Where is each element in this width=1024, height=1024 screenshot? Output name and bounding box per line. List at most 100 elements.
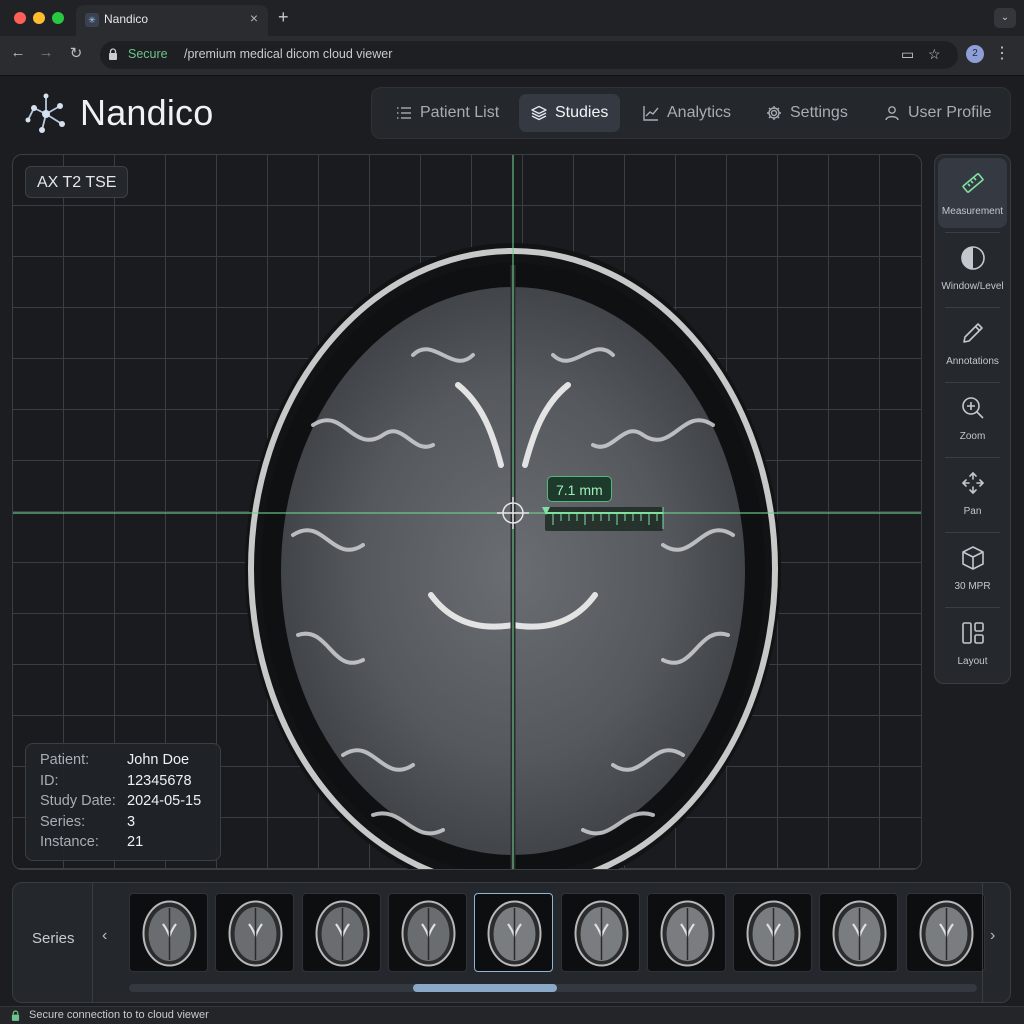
cast-icon[interactable]: ▭ bbox=[901, 46, 914, 63]
mri-thumbnail-image bbox=[660, 900, 715, 967]
tool-panel: Measurement Window/Level Annotations Zoo… bbox=[934, 154, 1011, 684]
info-row-instance: Instance: 21 bbox=[40, 834, 206, 855]
tool-label: Window/Level bbox=[941, 281, 1004, 292]
series-filmstrip: Series ‹ › bbox=[12, 882, 1011, 1003]
tool-annotations[interactable]: Annotations bbox=[938, 308, 1007, 378]
tool-label: Pan bbox=[963, 506, 982, 517]
ruler-icon bbox=[962, 173, 984, 193]
tool-zoom[interactable]: Zoom bbox=[938, 383, 1007, 453]
mri-thumbnail-image bbox=[228, 900, 283, 967]
back-arrow-icon[interactable]: ← bbox=[8, 44, 28, 61]
new-tab-icon[interactable]: + bbox=[278, 7, 289, 28]
favicon-icon: ✳ bbox=[85, 13, 99, 27]
tool-label: Zoom bbox=[959, 431, 986, 442]
strip-divider bbox=[92, 883, 93, 1002]
series-thumbnail[interactable] bbox=[301, 893, 381, 972]
list-icon bbox=[397, 107, 411, 119]
maximize-window-button[interactable] bbox=[52, 12, 64, 24]
bookmark-star-icon[interactable]: ☆ bbox=[928, 46, 941, 63]
network-logo-icon bbox=[25, 93, 65, 133]
measurement-ruler[interactable] bbox=[542, 507, 664, 531]
mri-thumbnail-image bbox=[919, 900, 974, 967]
nav-patient-list[interactable]: Patient List bbox=[384, 94, 511, 132]
layers-icon bbox=[531, 105, 547, 121]
scrollbar-thumb[interactable] bbox=[413, 984, 557, 992]
series-thumbnail[interactable] bbox=[129, 893, 208, 972]
tool-label: Measurement bbox=[941, 206, 1004, 217]
close-tab-icon[interactable]: × bbox=[250, 10, 258, 26]
minimize-window-button[interactable] bbox=[33, 12, 45, 24]
nav-label: Patient List bbox=[420, 104, 500, 121]
mri-thumbnail-image bbox=[401, 900, 456, 967]
tool-3d-mpr[interactable]: 30 MPR bbox=[938, 533, 1007, 603]
info-value: John Doe bbox=[127, 752, 190, 768]
nav-user-profile[interactable]: User Profile bbox=[872, 94, 1004, 132]
browser-menu-icon[interactable]: ⋮ bbox=[994, 43, 1010, 63]
tool-layout[interactable]: Layout bbox=[938, 608, 1007, 678]
tool-label: Annotations bbox=[946, 356, 999, 367]
chart-line-icon bbox=[643, 106, 659, 121]
layout-icon bbox=[962, 622, 984, 644]
tab-bar: ✳ Nandico × + ⌄ bbox=[0, 0, 1024, 36]
tab-title: Nandico bbox=[104, 12, 149, 26]
series-thumbnail[interactable] bbox=[387, 893, 467, 972]
mri-thumbnail-image bbox=[746, 900, 801, 967]
mri-thumbnail-image bbox=[315, 900, 370, 967]
browser-tab[interactable]: ✳ Nandico × bbox=[76, 5, 268, 36]
status-bar: Secure connection to to cloud viewer bbox=[0, 1006, 1024, 1024]
gear-icon bbox=[767, 106, 781, 120]
reload-icon[interactable]: ↻ bbox=[66, 44, 86, 62]
tool-window-level[interactable]: Window/Level bbox=[938, 233, 1007, 303]
mri-thumbnail-image bbox=[574, 900, 628, 967]
lock-icon bbox=[109, 48, 117, 60]
browser-chrome: ✳ Nandico × + ⌄ ← → ↻ Secure /premium me… bbox=[0, 0, 1024, 76]
tool-label: Layout bbox=[957, 656, 988, 667]
info-key: Series: bbox=[40, 813, 86, 830]
chevron-left-icon[interactable]: ‹ bbox=[102, 927, 107, 945]
series-thumbnail[interactable] bbox=[474, 893, 554, 972]
measurement-label: 7.1 mm bbox=[547, 476, 612, 502]
url-path: /premium medical dicom cloud viewer bbox=[184, 47, 393, 61]
series-thumbnail[interactable] bbox=[560, 893, 640, 972]
mri-thumbnail-image bbox=[487, 900, 542, 967]
cube-icon bbox=[962, 546, 984, 570]
series-thumbnail[interactable] bbox=[215, 893, 295, 972]
nav-settings[interactable]: Settings bbox=[754, 94, 860, 132]
info-key: Patient: bbox=[40, 752, 90, 768]
tab-search-chevron-icon[interactable]: ⌄ bbox=[994, 8, 1016, 28]
app: Nandico Patient List Studies Analytics S… bbox=[0, 76, 1024, 1006]
series-thumbnail[interactable] bbox=[819, 893, 899, 972]
chevron-right-icon[interactable]: › bbox=[990, 927, 995, 945]
mri-thumbnail-image bbox=[832, 900, 887, 967]
nav-label: Studies bbox=[555, 104, 609, 121]
nav-studies[interactable]: Studies bbox=[519, 94, 621, 132]
forward-arrow-icon[interactable]: → bbox=[36, 44, 56, 61]
close-window-button[interactable] bbox=[14, 12, 26, 24]
series-strip-label: Series bbox=[32, 930, 75, 947]
series-thumbnail[interactable] bbox=[905, 893, 985, 972]
dicom-viewport[interactable]: AX T2 TSE 7.1 mm Patient: John Doe ID: 123… bbox=[12, 154, 922, 870]
info-row-id: ID: 12345678 bbox=[40, 773, 206, 794]
nav-label: User Profile bbox=[908, 104, 992, 121]
info-value: 2024-05-15 bbox=[127, 793, 202, 809]
status-text: Secure connection to to cloud viewer bbox=[29, 1009, 209, 1021]
brand-name: Nandico bbox=[80, 92, 214, 133]
info-key: Study Date: bbox=[40, 793, 116, 809]
lock-icon bbox=[11, 1010, 20, 1021]
info-value: 12345678 bbox=[127, 772, 192, 789]
nav-analytics[interactable]: Analytics bbox=[631, 94, 743, 132]
info-row-study-date: Study Date: 2024-05-15 bbox=[40, 793, 206, 814]
tool-pan[interactable]: Pan bbox=[938, 458, 1007, 528]
filmstrip-scrollbar[interactable] bbox=[129, 984, 977, 992]
series-name-tag: AX T2 TSE bbox=[25, 166, 129, 198]
info-value: 21 bbox=[127, 834, 144, 850]
series-thumbnail[interactable] bbox=[733, 893, 813, 972]
info-key: ID: bbox=[40, 772, 59, 789]
tool-measurement[interactable]: Measurement bbox=[938, 158, 1007, 228]
main-nav: Patient List Studies Analytics Settings … bbox=[371, 87, 1011, 139]
profile-avatar[interactable]: 2 bbox=[966, 45, 984, 63]
info-value: 3 bbox=[127, 813, 136, 830]
info-key: Instance: bbox=[40, 834, 99, 850]
series-thumbnail[interactable] bbox=[646, 893, 726, 972]
address-bar[interactable]: Secure /premium medical dicom cloud view… bbox=[100, 41, 958, 69]
